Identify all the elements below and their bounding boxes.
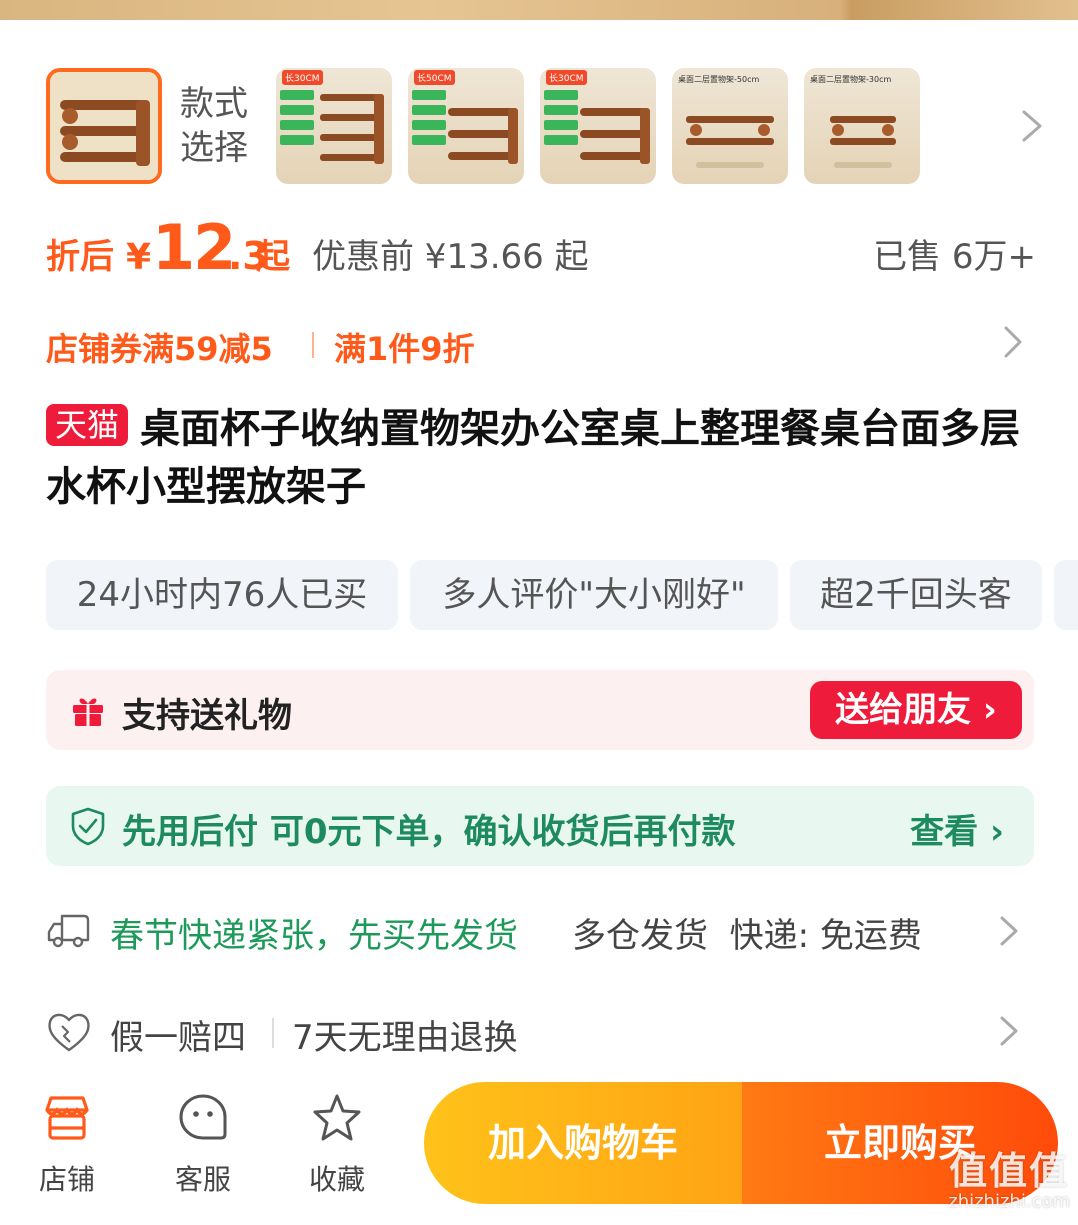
price-after-label: 折后	[46, 237, 114, 277]
favorite-label: 收藏	[308, 1163, 365, 1196]
chevron-right-icon[interactable]	[1016, 108, 1046, 144]
promo-row[interactable]: 店铺券满59减5 满1件9折	[46, 318, 1024, 368]
highlight-chip[interactable]: 24小时内76人已买	[46, 560, 398, 630]
pay-later-text: 先用后付 可0元下单，确认收货后再付款	[122, 812, 736, 852]
style-thumbnail[interactable]: 长50CM	[408, 68, 524, 184]
price-currency: ¥	[126, 237, 152, 278]
price-main: 12	[152, 211, 236, 284]
style-label-line1: 款式	[180, 84, 248, 124]
chevron-right-icon: ›	[982, 690, 997, 730]
shipping-row[interactable]: 春节快递紧张，先买先发货 多仓发货 快递: 免运费	[46, 900, 1034, 964]
divider	[312, 332, 314, 358]
shelf-image	[580, 108, 650, 164]
coupon-text: 店铺券满59减5	[46, 330, 273, 368]
gift-text: 支持送礼物	[122, 696, 292, 736]
pay-later-banner[interactable]: 先用后付 可0元下单，确认收货后再付款 查看 ›	[46, 786, 1034, 866]
bottom-action-bar: 店铺 客服 收藏 加入购物车 立即购买	[0, 1078, 1078, 1225]
highlight-chips: 24小时内76人已买 多人评价"大小刚好" 超2千回头客	[46, 560, 1078, 630]
watermark-url: zhizhizhi.com	[948, 1191, 1070, 1212]
chevron-right-icon: ›	[989, 812, 1004, 852]
shelf-image	[50, 72, 158, 180]
store-icon	[45, 1096, 89, 1140]
shop-button[interactable]: 店铺	[22, 1092, 112, 1198]
highlight-chip[interactable]: 多人评价"大小刚好"	[410, 560, 778, 630]
product-title-text: 桌面杯子收纳置物架办公室桌上整理餐桌台面多层水杯小型摆放架子	[46, 406, 1021, 510]
chevron-right-icon	[1004, 326, 1022, 358]
divider	[272, 1018, 274, 1048]
shipping-detail: 多仓发货 快递: 免运费	[572, 916, 922, 956]
style-selector-label: 款式 选择	[180, 82, 260, 170]
add-to-cart-button[interactable]: 加入购物车	[424, 1082, 742, 1204]
chevron-right-icon	[1000, 916, 1018, 946]
guarantee-row[interactable]: 假一赔四 7天无理由退换	[46, 1004, 1034, 1064]
gift-banner: 支持送礼物 送给朋友 ›	[46, 670, 1034, 750]
send-to-friend-label: 送给朋友	[835, 690, 972, 730]
shipping-highlight: 春节快递紧张，先买先发货	[110, 916, 518, 956]
style-thumbnail[interactable]: 长30CM	[276, 68, 392, 184]
chevron-right-icon	[1000, 1016, 1018, 1046]
price-before-discount: 优惠前 ¥13.66 起	[312, 237, 589, 277]
tmall-badge: 天猫	[46, 404, 129, 446]
highlight-chip-partial[interactable]	[1054, 560, 1078, 630]
shelf-image	[448, 108, 518, 164]
favorite-button[interactable]: 收藏	[292, 1092, 382, 1198]
delivery-truck-icon	[47, 914, 90, 948]
sold-count: 已售 6万+	[873, 237, 1036, 277]
style-thumbnail[interactable]: 长30CM	[540, 68, 656, 184]
style-thumbnail[interactable]: 桌面二层置物架-30cm	[804, 68, 920, 184]
send-to-friend-button[interactable]: 送给朋友 ›	[810, 681, 1022, 739]
view-link-label: 查看	[910, 812, 979, 852]
heart-icon	[48, 1013, 90, 1052]
chat-face-icon	[179, 1094, 227, 1140]
style-thumbnail[interactable]: 桌面二层置物架-50cm	[672, 68, 788, 184]
discount-text: 满1件9折	[334, 330, 475, 368]
highlight-chip[interactable]: 超2千回头客	[790, 560, 1042, 630]
price-row: 折后 ¥ 12 .3 起 优惠前 ¥13.66 起 已售 6万+	[46, 211, 1036, 292]
price-suffix: 起	[256, 237, 290, 277]
shelf-image	[686, 116, 774, 168]
shelf-image	[320, 94, 384, 164]
style-selector: 款式 选择 长30CM 长50CM 长30CM 桌面二层置物架-50cm 桌面二…	[46, 68, 1046, 184]
shop-label: 店铺	[38, 1163, 95, 1196]
guarantee-fake-compensation: 假一赔四	[110, 1018, 246, 1058]
customer-service-button[interactable]: 客服	[158, 1092, 248, 1198]
customer-service-label: 客服	[174, 1163, 231, 1196]
view-link[interactable]: 查看 ›	[910, 804, 1004, 853]
product-title: 天猫 桌面杯子收纳置物架办公室桌上整理餐桌台面多层水杯小型摆放架子	[46, 400, 1036, 516]
gift-icon	[73, 698, 103, 726]
product-image-bottom-edge	[0, 0, 1078, 20]
watermark: 值值值 zhizhizhi.com	[948, 1140, 1070, 1212]
guarantee-return: 7天无理由退换	[292, 1018, 518, 1058]
shelf-image	[830, 116, 896, 168]
style-label-line2: 选择	[180, 128, 248, 168]
shield-check-icon	[71, 807, 105, 846]
star-icon	[313, 1094, 361, 1141]
watermark-logo: 值值值	[949, 1149, 1070, 1193]
style-thumbnail-selected[interactable]	[46, 68, 162, 184]
